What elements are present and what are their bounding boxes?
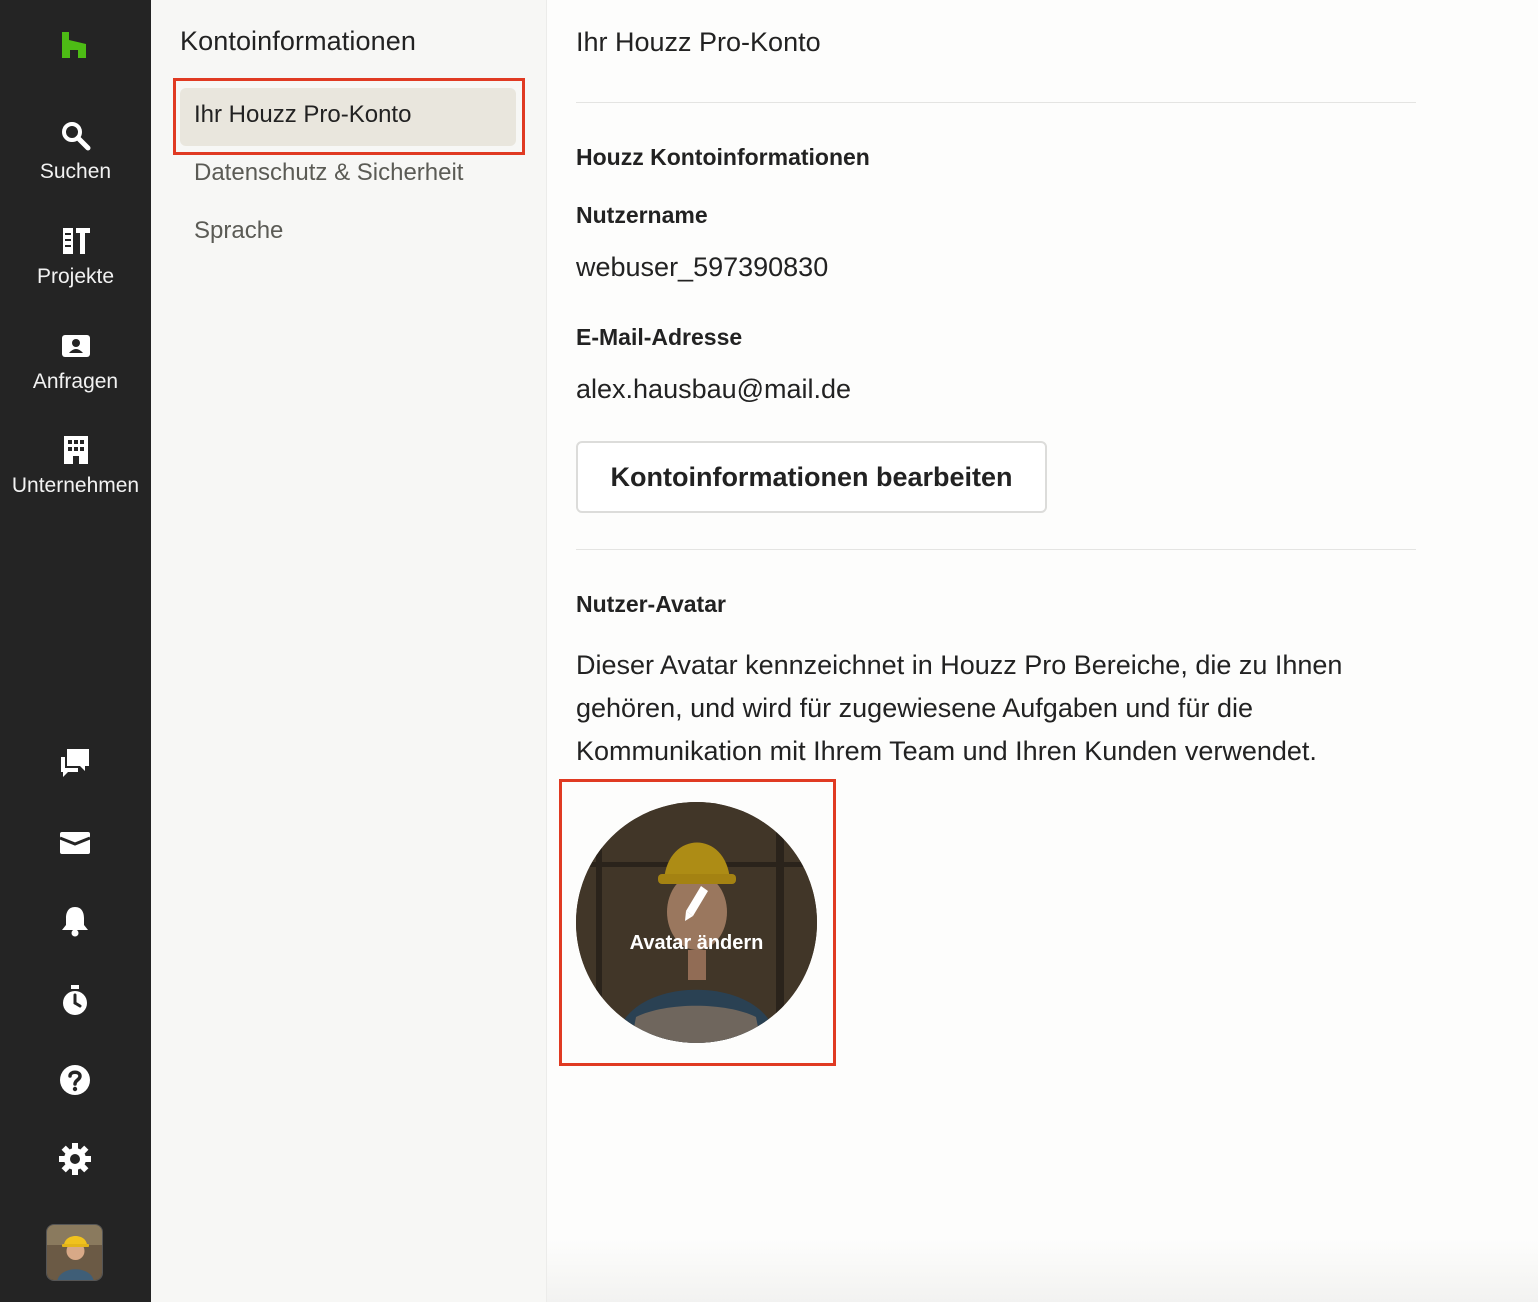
profile-photo [47, 1225, 102, 1280]
edit-account-info-button[interactable]: Kontoinformationen bearbeiten [576, 441, 1047, 513]
subnav-title: Kontoinformationen [180, 26, 416, 56]
nav-company[interactable]: Unternehmen [0, 434, 151, 498]
houzz-logo-icon[interactable] [60, 30, 88, 60]
inquiries-icon [61, 335, 90, 357]
username-label: Nutzername [576, 202, 708, 228]
nav-search[interactable]: Suchen [0, 120, 151, 184]
settings-subnav: Kontoinformationen Ihr Houzz Pro-Konto D… [151, 0, 547, 1302]
nav-company-label: Unternehmen [11, 474, 140, 497]
projects-icon [62, 228, 90, 254]
nav-inquiries-label: Anfragen [32, 370, 119, 393]
nav-inquiries[interactable]: Anfragen [0, 330, 151, 394]
email-label: E-Mail-Adresse [576, 324, 743, 350]
highlight-box-subnav [173, 78, 525, 155]
nav-projects-label: Projekte [36, 265, 115, 288]
highlight-box-avatar [559, 779, 836, 1066]
divider [576, 102, 1416, 103]
profile-avatar[interactable] [46, 1224, 103, 1281]
timer-icon [63, 985, 87, 1015]
messages-button[interactable] [56, 744, 94, 782]
account-section-title: Houzz Kontoinformationen [576, 144, 870, 170]
username-value: webuser_597390830 [576, 252, 829, 282]
bell-icon [62, 907, 88, 937]
gear-icon [59, 1143, 91, 1175]
notifications-button[interactable] [56, 902, 94, 940]
nav-projects[interactable]: Projekte [0, 225, 151, 289]
page-title: Ihr Houzz Pro-Konto [576, 27, 821, 57]
chat-icon [61, 749, 89, 777]
subnav-item-language[interactable]: Sprache [180, 204, 516, 262]
timer-button[interactable] [56, 982, 94, 1020]
inbox-icon [59, 832, 91, 854]
bottom-fade [547, 1240, 1538, 1302]
divider [576, 549, 1416, 550]
app-rail: Suchen Projekte Anfragen Unternehmen [0, 0, 151, 1302]
help-button[interactable] [56, 1061, 94, 1099]
company-icon [63, 436, 88, 464]
inbox-button[interactable] [56, 824, 94, 862]
search-icon [61, 122, 90, 151]
avatar-description: Dieser Avatar kennzeichnet in Houzz Pro … [576, 650, 1343, 766]
avatar-section-title: Nutzer-Avatar [576, 591, 726, 617]
email-value: alex.hausbau@mail.de [576, 374, 852, 404]
nav-search-label: Suchen [39, 160, 112, 183]
help-icon [60, 1065, 90, 1095]
settings-button[interactable] [56, 1140, 94, 1178]
